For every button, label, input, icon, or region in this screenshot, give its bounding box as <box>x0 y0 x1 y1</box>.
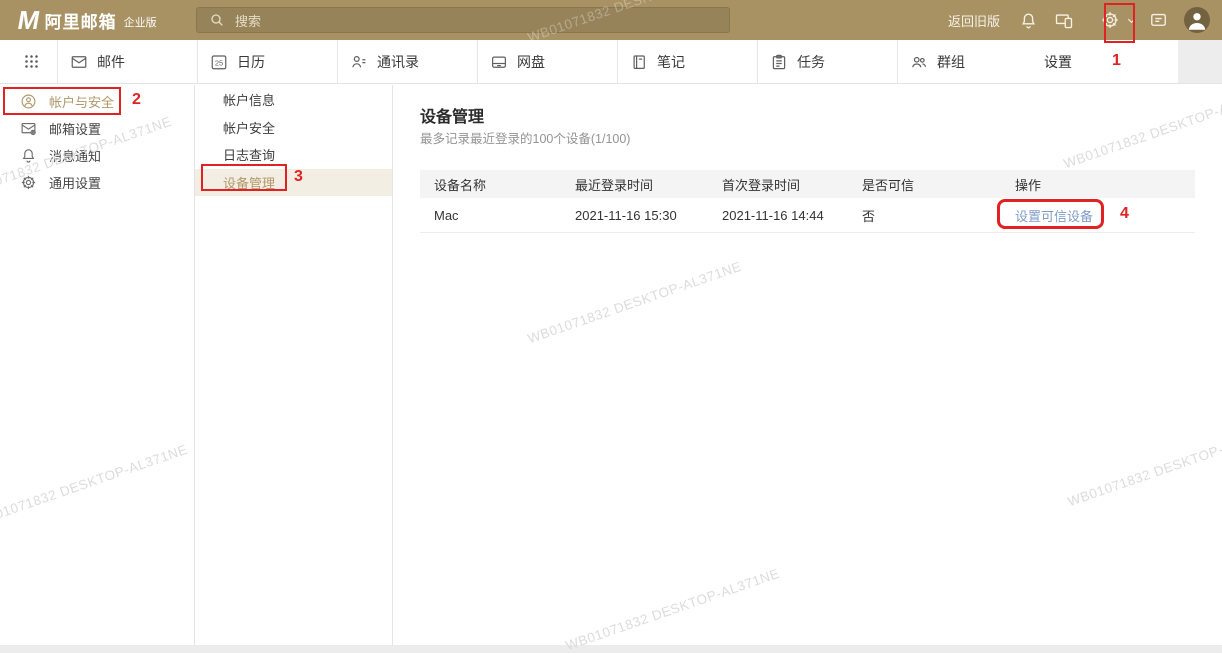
tab-label: 设置 <box>1044 52 1072 72</box>
tasks-icon <box>770 53 788 71</box>
tab-label: 邮件 <box>97 52 125 72</box>
subnav-item-device-management[interactable]: 设备管理 <box>195 169 392 197</box>
tab-label: 通讯录 <box>377 52 419 72</box>
subnav-item-account-info[interactable]: 帐户信息 <box>195 86 392 114</box>
feedback-chat-icon[interactable] <box>1148 10 1168 30</box>
tab-calendar[interactable]: 25 日历 <box>197 40 337 83</box>
sidebar-item-label: 帐户与安全 <box>49 92 114 111</box>
col-last-login: 最近登录时间 <box>575 170 653 198</box>
topbar: WB01071832 DESKTOP-AL371NE M 阿里邮箱 企业版 搜索… <box>0 0 1222 40</box>
navbar-filler <box>1178 40 1222 83</box>
col-action: 操作 <box>1015 170 1041 198</box>
bell-icon <box>20 147 37 164</box>
user-avatar[interactable] <box>1184 7 1210 33</box>
subnav-item-label: 帐户信息 <box>223 90 275 109</box>
tab-label: 日历 <box>237 52 265 72</box>
table-row: Mac 2021-11-16 15:30 2021-11-16 14:44 否 … <box>420 198 1195 233</box>
set-trusted-device-link[interactable]: 设置可信设备 <box>1015 198 1093 232</box>
drive-icon <box>490 53 508 71</box>
page-subtitle: 最多记录最近登录的100个设备(1/100) <box>420 128 630 147</box>
search-input[interactable]: 搜索 <box>196 7 730 33</box>
sidebar-item-notifications[interactable]: 消息通知 <box>0 142 194 169</box>
bottom-edge-strip <box>0 645 1222 653</box>
multi-device-icon[interactable] <box>1054 10 1074 30</box>
subnav-item-label: 帐户安全 <box>223 118 275 137</box>
tab-contacts[interactable]: 通讯录 <box>337 40 477 83</box>
sidebar-item-label: 消息通知 <box>49 146 101 165</box>
sidebar-item-label: 邮箱设置 <box>49 119 101 138</box>
contacts-icon <box>350 53 368 71</box>
tab-label: 群组 <box>937 52 965 72</box>
settings-sidebar: 帐户与安全 邮箱设置 消息通知 通用设置 <box>0 85 195 653</box>
device-management-panel: 设备管理 最多记录最近登录的100个设备(1/100) 设备名称 最近登录时间 … <box>393 85 1222 653</box>
search-placeholder: 搜索 <box>235 11 261 30</box>
subnav-item-label: 设备管理 <box>223 173 275 192</box>
tab-drive[interactable]: 网盘 <box>477 40 617 83</box>
cell-trusted: 否 <box>862 198 875 232</box>
alimail-logo-icon: M <box>16 7 40 33</box>
brand-logo: M 阿里邮箱 企业版 <box>18 0 157 40</box>
search-icon <box>207 10 227 30</box>
sidebar-item-mail-settings[interactable]: 邮箱设置 <box>0 115 194 142</box>
calendar-day-number: 25 <box>215 58 223 67</box>
sidebar-item-label: 通用设置 <box>49 173 101 192</box>
back-to-old-version-link[interactable]: 返回旧版 <box>948 11 1000 30</box>
subnav-item-account-safety[interactable]: 帐户安全 <box>195 114 392 142</box>
calendar-icon: 25 <box>210 53 228 71</box>
apps-grid-icon[interactable] <box>24 54 39 69</box>
account-security-subnav: 帐户信息 帐户安全 日志查询 设备管理 <box>195 85 393 653</box>
notes-icon <box>630 53 648 71</box>
tab-notes[interactable]: 笔记 <box>617 40 757 83</box>
col-device-name: 设备名称 <box>434 170 486 198</box>
brand-badge: 企业版 <box>124 14 157 30</box>
topbar-actions: 返回旧版 <box>948 0 1222 40</box>
tab-label: 网盘 <box>517 52 545 72</box>
col-trusted: 是否可信 <box>862 170 914 198</box>
table-header-row: 设备名称 最近登录时间 首次登录时间 是否可信 操作 <box>420 170 1195 198</box>
sidebar-item-general-settings[interactable]: 通用设置 <box>0 169 194 196</box>
cell-first-login: 2021-11-16 14:44 <box>722 198 824 232</box>
tab-groups[interactable]: 群组 <box>897 40 1037 83</box>
page-title: 设备管理 <box>420 103 484 127</box>
mail-gear-icon <box>20 120 37 137</box>
cell-last-login: 2021-11-16 15:30 <box>575 198 677 232</box>
col-first-login: 首次登录时间 <box>722 170 800 198</box>
settings-gear-icon[interactable] <box>1100 10 1120 30</box>
notification-bell-icon[interactable] <box>1018 10 1038 30</box>
tab-label: 任务 <box>797 52 825 72</box>
brand-name: 阿里邮箱 <box>45 8 117 33</box>
tab-settings[interactable]: 设置 <box>1040 40 1178 83</box>
app-window: WB01071832 DESKTOP-AL371NE M 阿里邮箱 企业版 搜索… <box>0 0 1222 653</box>
gear-icon <box>20 174 37 191</box>
app-navbar: 邮件 25 日历 通讯录 网盘 笔记 <box>0 40 1222 84</box>
tab-mail[interactable]: 邮件 <box>57 40 197 83</box>
account-person-circle-icon <box>20 93 37 110</box>
cell-device-name: Mac <box>434 198 459 232</box>
tab-label: 笔记 <box>657 52 685 72</box>
chevron-down-icon[interactable] <box>1124 10 1138 30</box>
groups-icon <box>910 53 928 71</box>
tab-tasks[interactable]: 任务 <box>757 40 897 83</box>
subnav-item-label: 日志查询 <box>223 145 275 164</box>
sidebar-item-account-security[interactable]: 帐户与安全 <box>0 88 194 115</box>
device-table: 设备名称 最近登录时间 首次登录时间 是否可信 操作 Mac 2021-11-1… <box>420 170 1195 233</box>
subnav-item-log-query[interactable]: 日志查询 <box>195 141 392 169</box>
mail-icon <box>70 53 88 71</box>
